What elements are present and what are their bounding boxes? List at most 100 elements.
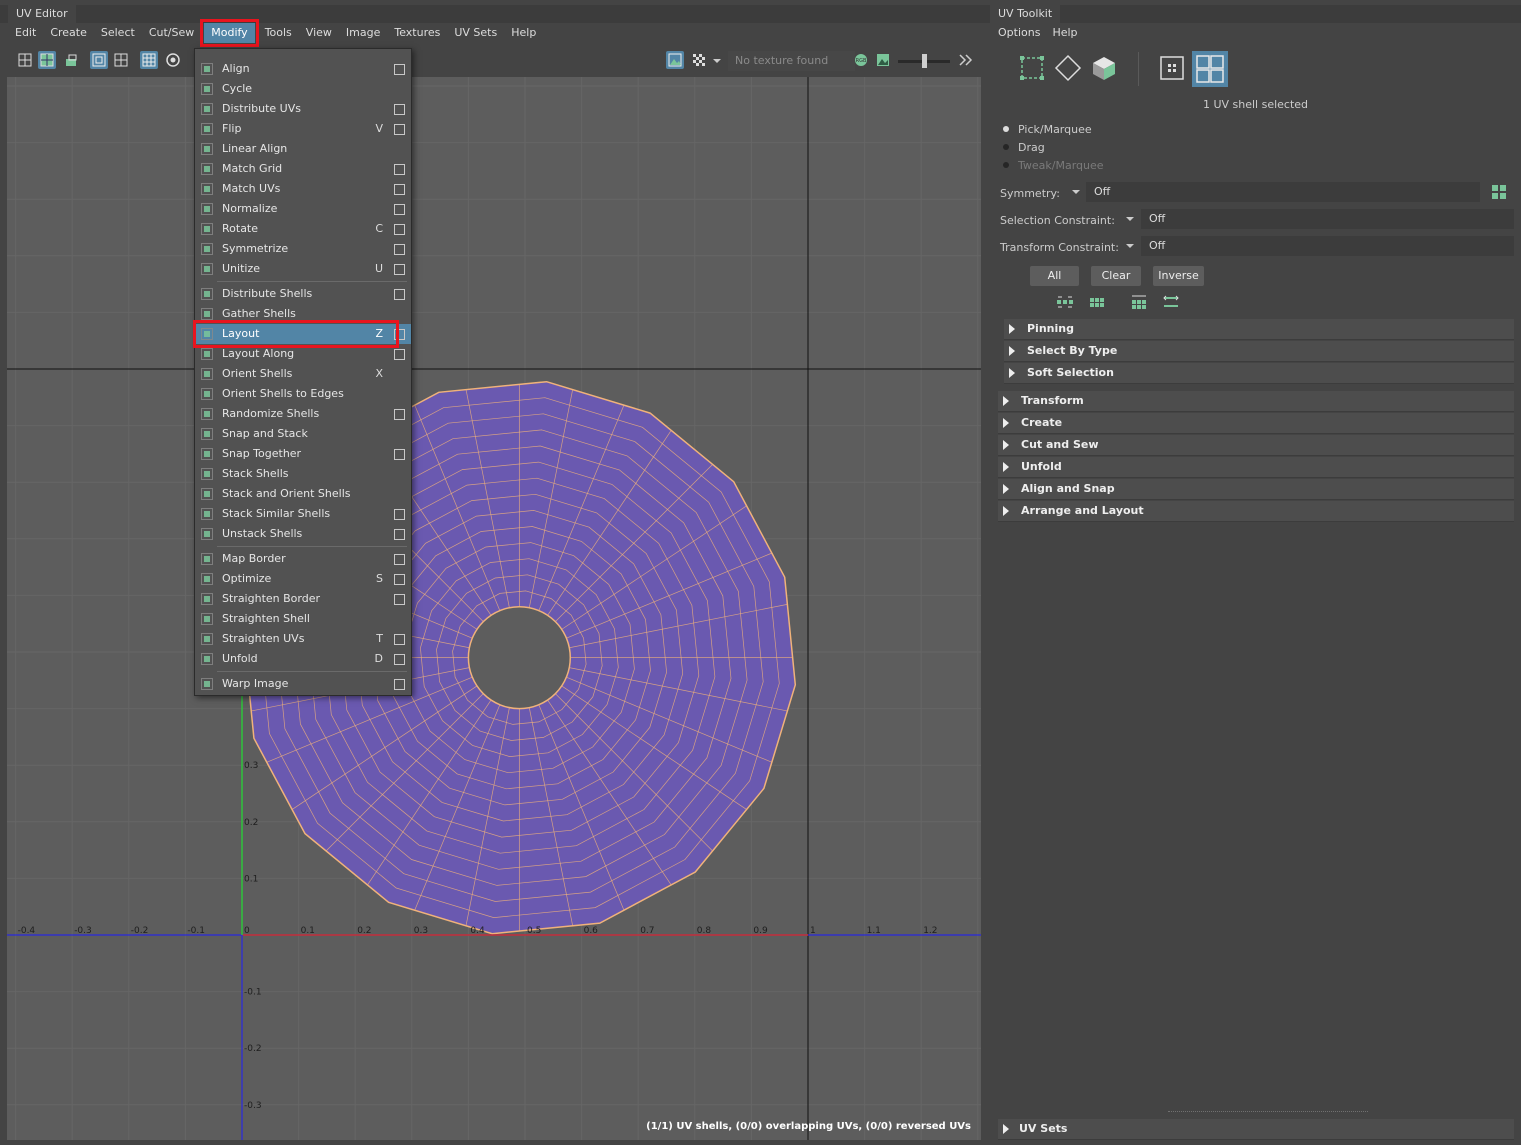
option-box-icon[interactable] xyxy=(394,349,405,360)
uv-component-icon[interactable] xyxy=(1018,54,1046,82)
option-box-icon[interactable] xyxy=(394,634,405,645)
section-align-and-snap[interactable]: Align and Snap xyxy=(998,479,1514,500)
toolbar-expand-icon[interactable] xyxy=(956,51,974,69)
exposure-slider-handle[interactable] xyxy=(922,54,927,68)
section-select-by-type[interactable]: Select By Type xyxy=(1004,341,1514,362)
uv-face-component-icon[interactable] xyxy=(1090,54,1118,82)
display-grid-icon[interactable] xyxy=(90,51,108,69)
menu-item-map-border[interactable]: Map Border xyxy=(195,549,411,569)
grow-selection-icon[interactable] xyxy=(1056,293,1074,314)
menu-item-randomize-shells[interactable]: Randomize Shells xyxy=(195,404,411,424)
symmetry-options-icon[interactable] xyxy=(1490,183,1508,204)
isolate-select-icon[interactable] xyxy=(62,51,80,69)
menu-modify[interactable]: Modify xyxy=(200,19,259,47)
menu-item-straighten-border[interactable]: Straighten Border xyxy=(195,589,411,609)
option-box-icon[interactable] xyxy=(394,264,405,275)
toggle-grid-icon[interactable] xyxy=(140,51,158,69)
menu-item-symmetrize[interactable]: Symmetrize xyxy=(195,239,411,259)
section-unfold[interactable]: Unfold xyxy=(998,457,1514,478)
section-create[interactable]: Create xyxy=(998,413,1514,434)
menu-create[interactable]: Create xyxy=(43,23,94,43)
uv-edge-component-icon[interactable] xyxy=(1054,54,1082,82)
menu-item-unstack-shells[interactable]: Unstack Shells xyxy=(195,524,411,544)
menu-item-unitize[interactable]: Unitize U xyxy=(195,259,411,279)
uv-viewport[interactable]: -0.4 -0.3 -0.2 -0.1 0 0.1 0.2 0.3 0.4 0.5 0.6 0.7 0.… xyxy=(7,77,981,1140)
menu-item-straighten-uvs[interactable]: Straighten UVs T xyxy=(195,629,411,649)
option-box-icon[interactable] xyxy=(394,449,405,460)
section-cut-and-sew[interactable]: Cut and Sew xyxy=(998,435,1514,456)
option-box-icon[interactable] xyxy=(394,554,405,565)
toolkit-menu-options[interactable]: Options xyxy=(998,24,1052,42)
checker-map-icon[interactable] xyxy=(690,51,708,69)
selection-constraint-dropdown-arrow-icon[interactable] xyxy=(1124,213,1136,228)
section-soft-selection[interactable]: Soft Selection xyxy=(1004,363,1514,384)
menu-item-flip[interactable]: Flip V xyxy=(195,119,411,139)
uv-vertex-select-icon[interactable] xyxy=(1158,54,1186,82)
texture-field[interactable]: No texture found xyxy=(728,51,855,71)
display-image-icon[interactable] xyxy=(666,51,684,69)
image-adjust-icon[interactable] xyxy=(874,51,892,69)
option-box-icon[interactable] xyxy=(394,679,405,690)
shell-select-mode-icon[interactable] xyxy=(38,51,56,69)
toolkit-menu-help[interactable]: Help xyxy=(1052,24,1077,42)
menu-image[interactable]: Image xyxy=(339,23,387,43)
symmetry-dropdown-arrow-icon[interactable] xyxy=(1070,186,1082,201)
menu-item-cycle[interactable]: Cycle xyxy=(195,79,411,99)
menu-item-distribute-shells[interactable]: Distribute Shells xyxy=(195,284,411,304)
menu-item-orient-shells[interactable]: Orient Shells X xyxy=(195,364,411,384)
shaded-uv-icon[interactable] xyxy=(112,51,130,69)
menu-tools[interactable]: Tools xyxy=(258,23,299,43)
menu-item-optimize[interactable]: Optimize S xyxy=(195,569,411,589)
texture-dropdown-arrow-icon[interactable] xyxy=(711,51,723,69)
menu-item-match-grid[interactable]: Match Grid xyxy=(195,159,411,179)
menu-item-snap-together[interactable]: Snap Together xyxy=(195,444,411,464)
menu-item-snap-and-stack[interactable]: Snap and Stack xyxy=(195,424,411,444)
option-box-icon[interactable] xyxy=(394,204,405,215)
select-all-button[interactable]: All xyxy=(1030,266,1079,286)
menu-item-warp-image[interactable]: Warp Image xyxy=(195,674,411,694)
menu-select[interactable]: Select xyxy=(94,23,142,43)
option-box-icon[interactable] xyxy=(394,509,405,520)
section-arrange-and-layout[interactable]: Arrange and Layout xyxy=(998,501,1514,522)
transform-constraint-dropdown-arrow-icon[interactable] xyxy=(1124,240,1136,255)
menu-item-linear-align[interactable]: Linear Align xyxy=(195,139,411,159)
shrink-selection-icon[interactable] xyxy=(1088,293,1106,314)
snap-pixels-icon[interactable] xyxy=(164,51,182,69)
option-box-icon[interactable] xyxy=(394,164,405,175)
menu-cut-sew[interactable]: Cut/Sew xyxy=(142,23,201,43)
menu-item-match-uvs[interactable]: Match UVs xyxy=(195,179,411,199)
menu-view[interactable]: View xyxy=(299,23,339,43)
option-box-icon[interactable] xyxy=(394,224,405,235)
select-border-icon[interactable] xyxy=(1130,293,1148,314)
menu-item-stack-shells[interactable]: Stack Shells xyxy=(195,464,411,484)
uv-canvas[interactable]: -0.4 -0.3 -0.2 -0.1 0 0.1 0.2 0.3 0.4 0.5 0.6 0.7 0.… xyxy=(7,77,981,1140)
option-box-icon[interactable] xyxy=(394,64,405,75)
panel-resize-handle[interactable] xyxy=(1168,1111,1368,1113)
menu-item-normalize[interactable]: Normalize xyxy=(195,199,411,219)
menu-uv-sets[interactable]: UV Sets xyxy=(447,23,504,43)
menu-item-straighten-shell[interactable]: Straighten Shell xyxy=(195,609,411,629)
option-box-icon[interactable] xyxy=(394,289,405,300)
rgb-channels-icon[interactable]: RGB xyxy=(852,51,870,69)
select-shortest-edge-path-icon[interactable] xyxy=(1162,293,1180,314)
option-box-icon[interactable] xyxy=(394,124,405,135)
section-uv-sets[interactable]: UV Sets xyxy=(998,1119,1514,1140)
transform-constraint-field[interactable]: Off xyxy=(1141,236,1514,256)
menu-item-rotate[interactable]: Rotate C xyxy=(195,219,411,239)
menu-item-align[interactable]: Align xyxy=(195,59,411,79)
menu-textures[interactable]: Textures xyxy=(387,23,447,43)
option-box-icon[interactable] xyxy=(394,104,405,115)
option-box-icon[interactable] xyxy=(394,244,405,255)
menu-item-orient-shells-to-edges[interactable]: Orient Shells to Edges xyxy=(195,384,411,404)
tool-radio-pick-marquee[interactable] xyxy=(1003,126,1009,132)
uv-shell-select-icon[interactable] xyxy=(1192,51,1228,87)
option-box-icon[interactable] xyxy=(394,529,405,540)
tool-radio-drag[interactable] xyxy=(1003,144,1009,150)
inverse-selection-button[interactable]: Inverse xyxy=(1153,266,1204,286)
option-box-icon[interactable] xyxy=(394,654,405,665)
menu-edit[interactable]: Edit xyxy=(8,23,43,43)
option-box-icon[interactable] xyxy=(394,574,405,585)
uv-select-mode-icon[interactable] xyxy=(16,51,34,69)
menu-item-stack-similar-shells[interactable]: Stack Similar Shells xyxy=(195,504,411,524)
option-box-icon[interactable] xyxy=(394,594,405,605)
